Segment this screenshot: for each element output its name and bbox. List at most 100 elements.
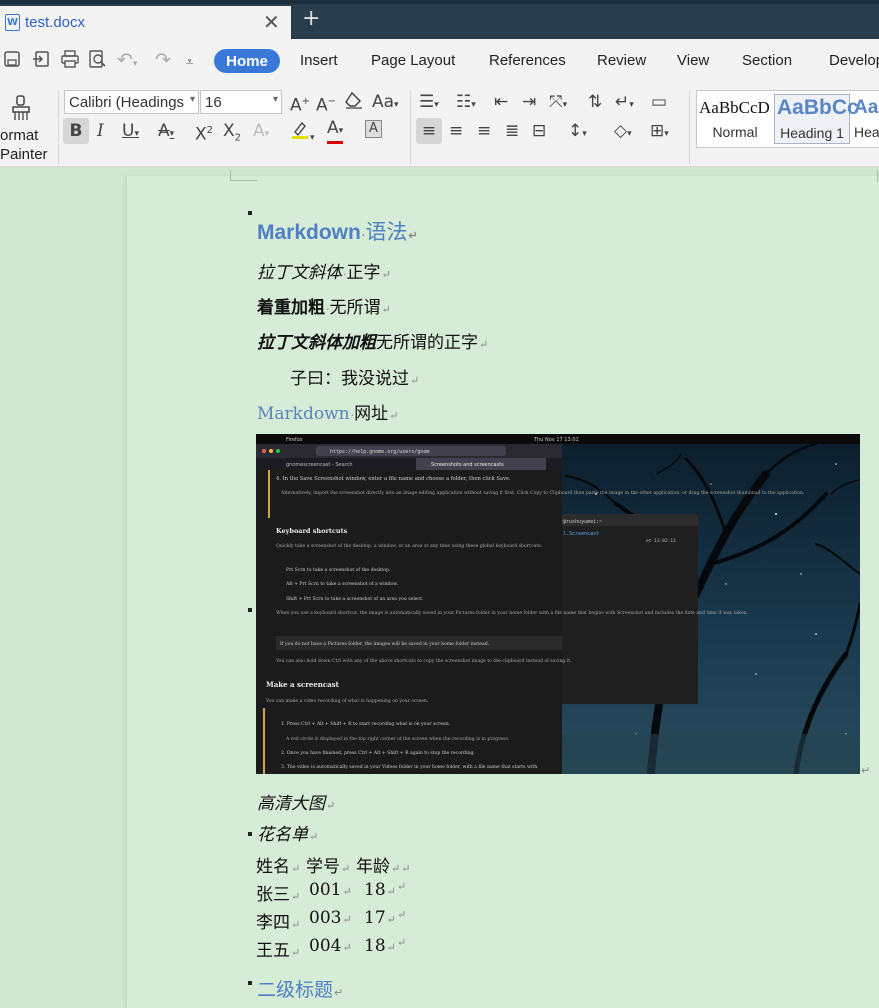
terminal-line: ll.Screencast xyxy=(560,531,599,537)
new-tab-icon[interactable]: + xyxy=(302,8,320,30)
export-icon[interactable] xyxy=(32,50,52,72)
undo-icon[interactable]: ↶▾ xyxy=(117,50,137,74)
grow-font-icon[interactable]: A+ xyxy=(290,91,310,117)
page-corner-mark xyxy=(230,170,231,181)
paragraph-bold[interactable]: 着重加粗·无所谓↵ xyxy=(257,293,391,318)
clear-format-icon[interactable] xyxy=(344,91,364,115)
chinese-layout-icon[interactable]: ⤧▾ xyxy=(549,91,567,116)
style-normal[interactable]: AaBbCcD Normal xyxy=(697,94,773,144)
table-cell[interactable]: 001↵ xyxy=(309,880,352,900)
table-header-cell[interactable]: 年龄↵↵ xyxy=(356,852,410,877)
table-cell[interactable]: 18↵ xyxy=(364,936,396,956)
underline-icon[interactable]: U▾ xyxy=(122,120,139,145)
help-kb-1: Prt Scrn to take a screenshot of the des… xyxy=(286,567,391,573)
strikethrough-icon[interactable]: A▾ xyxy=(158,120,174,145)
style-heading-1[interactable]: AaBbCc Heading 1 xyxy=(774,94,859,144)
highlight-icon[interactable]: ▾ xyxy=(290,120,315,149)
terminal-time: et 13:02:11 xyxy=(646,538,676,544)
table-cell[interactable]: 17↵ xyxy=(364,908,396,928)
paragraph-bold-italic[interactable]: 拉丁文斜体加粗无所谓的正字↵ xyxy=(257,328,488,353)
decrease-indent-icon[interactable]: ⇤ xyxy=(494,91,508,113)
table-cell[interactable]: 18↵ xyxy=(364,880,396,900)
save-icon[interactable] xyxy=(3,50,21,72)
font-name-select[interactable]: Calibri (Headings ▾ xyxy=(64,90,199,114)
menu-home[interactable]: Home xyxy=(214,49,280,73)
sort-icon[interactable]: ⇅ xyxy=(588,91,602,113)
help-sc-2: 2. Once you have finished, press Ctrl + … xyxy=(281,750,475,756)
change-case-icon[interactable]: Aa▾ xyxy=(372,91,399,116)
paragraph-mark: ↵ xyxy=(861,764,871,777)
help-step-4: 4. In the Save Screenshot window, enter … xyxy=(276,476,511,482)
font-color-icon[interactable]: A▾ xyxy=(327,118,344,144)
align-right-icon[interactable]: ≡ xyxy=(477,120,491,142)
blockquote[interactable]: 子曰：我没说过↵ xyxy=(290,364,419,389)
paragraph-italic[interactable]: 拉丁文斜体·正字↵ xyxy=(257,258,391,283)
print-icon[interactable] xyxy=(60,50,80,72)
format-painter-label-2[interactable]: Painter xyxy=(0,146,48,163)
bold-icon[interactable]: B xyxy=(63,118,89,144)
markdown-link[interactable]: Markdown xyxy=(257,404,350,424)
customize-icon[interactable]: ⩡ xyxy=(186,53,193,73)
menu-insert[interactable]: Insert xyxy=(300,52,338,69)
style-heading-2[interactable]: AaBl Hea xyxy=(852,94,879,144)
terminal-title: r@rushuyumei:~ xyxy=(560,519,602,525)
help-kb-2: Alt + Prt Scrn to take a screenshot of a… xyxy=(285,581,399,587)
menu-review[interactable]: Review xyxy=(597,52,646,69)
table-cell[interactable]: 003↵ xyxy=(309,908,352,928)
print-preview-icon[interactable] xyxy=(88,50,108,72)
table-header-cell[interactable]: 学号↵ xyxy=(306,852,350,877)
shading-icon[interactable]: ◇▾ xyxy=(614,120,632,145)
table-header-cell[interactable]: 姓名↵ xyxy=(256,852,300,877)
list-title[interactable]: 花名单↵ xyxy=(257,820,318,845)
table-tools-icon[interactable]: ▭ xyxy=(651,91,667,113)
help-kb-ctrl: You can also hold down Ctrl with any of … xyxy=(275,658,572,664)
help-kb-heading: Keyboard shortcuts xyxy=(276,527,348,535)
topbar-label: Firefox xyxy=(286,437,303,443)
menu-view[interactable]: View xyxy=(677,52,709,69)
writer-app-icon: W xyxy=(5,14,20,31)
document-tab[interactable]: W test.docx ✕ xyxy=(0,6,291,39)
format-painter-label-1[interactable]: ormat xyxy=(0,127,38,144)
row-end-mark: ↵ xyxy=(397,936,407,949)
table-cell[interactable]: 004↵ xyxy=(309,936,352,956)
embedded-screenshot-image[interactable]: Firefox Thu Nov 17 13:01 r@rushuyumei:~ xyxy=(256,434,860,774)
page-corner-mark xyxy=(231,180,257,181)
table-cell[interactable]: 李四↵ xyxy=(256,908,300,933)
italic-icon[interactable]: I xyxy=(97,120,104,142)
toolbar-divider xyxy=(58,90,59,164)
redo-icon[interactable]: ↷ xyxy=(155,50,171,70)
bullet-list-icon[interactable]: ☰▾ xyxy=(419,91,439,116)
table-cell[interactable]: 王五↵ xyxy=(256,936,300,961)
distributed-icon[interactable]: ⊟ xyxy=(532,120,546,142)
superscript-icon[interactable]: X2 xyxy=(195,120,213,146)
show-marks-icon[interactable]: ↵▾ xyxy=(615,91,634,116)
close-tab-icon[interactable]: ✕ xyxy=(263,12,280,32)
increase-indent-icon[interactable]: ⇥ xyxy=(522,91,536,113)
image-caption[interactable]: 高清大图↵ xyxy=(257,789,335,814)
menu-references[interactable]: References xyxy=(489,52,566,69)
help-sc-intro: You can make a video recording of what i… xyxy=(265,698,429,704)
paragraph-link[interactable]: Markdown·网址↵ xyxy=(257,399,398,424)
justify-icon[interactable]: ≣ xyxy=(505,120,519,142)
menu-page-layout[interactable]: Page Layout xyxy=(371,52,455,69)
help-kb-3: Shift + Prt Scrn to take a screenshot of… xyxy=(286,596,424,602)
heading-level-2[interactable]: 二级标题↵ xyxy=(257,975,343,1002)
subscript-icon[interactable]: X2 xyxy=(223,120,241,149)
char-shading-icon[interactable]: A xyxy=(365,120,382,138)
align-center-icon[interactable]: ≡ xyxy=(449,120,463,142)
format-painter-icon[interactable] xyxy=(9,95,33,121)
toolbar-divider xyxy=(410,90,411,164)
heading-markdown[interactable]: Markdown·语法↵ xyxy=(257,216,418,246)
help-kb-intro: Quickly take a screenshot of the desktop… xyxy=(276,543,543,549)
font-size-select[interactable]: 16 ▾ xyxy=(200,90,282,114)
tab-title: test.docx xyxy=(25,14,86,31)
text-effect-icon[interactable]: A▾ xyxy=(253,120,269,145)
numbered-list-icon[interactable]: ☷▾ xyxy=(456,91,476,116)
shrink-font-icon[interactable]: A− xyxy=(316,91,336,117)
align-left-icon[interactable]: ≡ xyxy=(416,118,442,144)
menu-section[interactable]: Section xyxy=(742,52,792,69)
borders-icon[interactable]: ⊞▾ xyxy=(650,120,669,145)
line-spacing-icon[interactable]: ↕▾ xyxy=(568,120,587,145)
menu-developer[interactable]: Develop xyxy=(829,52,879,69)
table-cell[interactable]: 张三↵ xyxy=(256,880,300,905)
